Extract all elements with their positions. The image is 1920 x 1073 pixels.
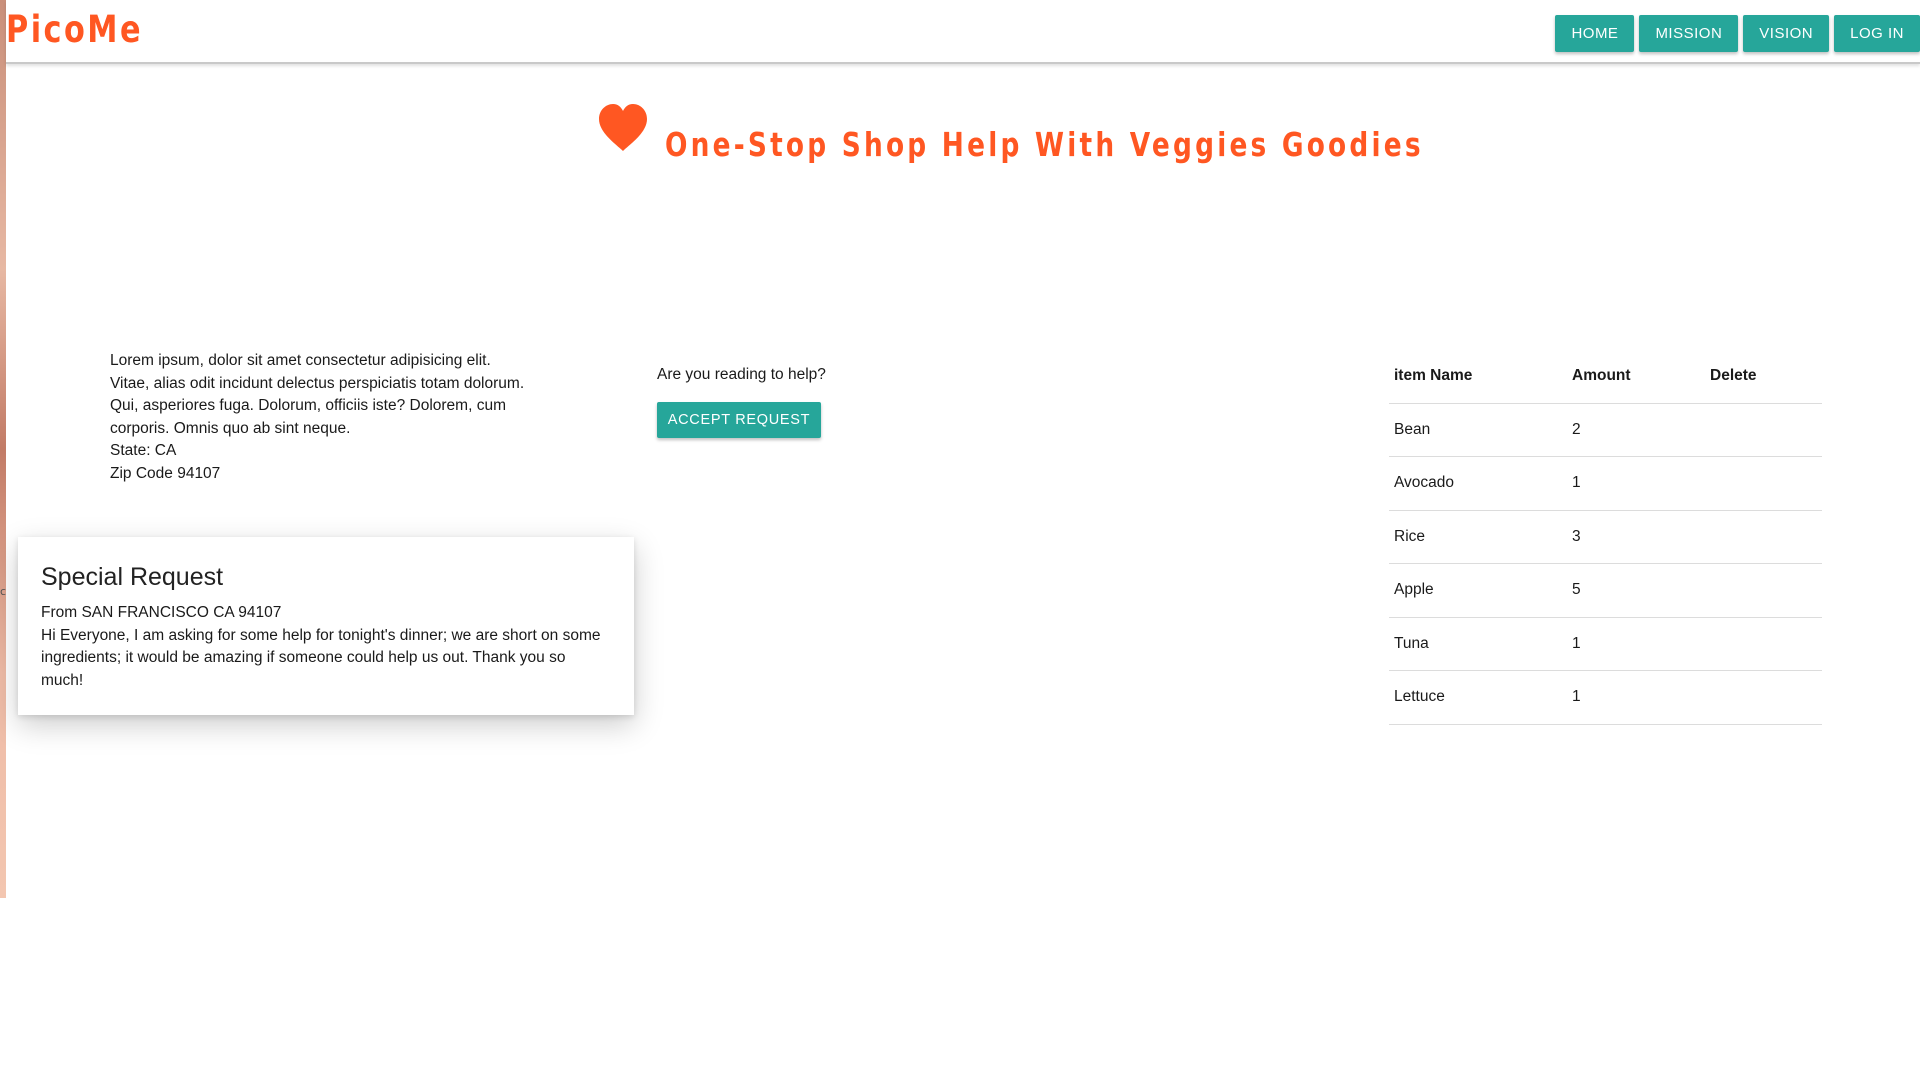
- nav-login-button[interactable]: LOG IN: [1834, 15, 1920, 52]
- item-name-cell: Avocado: [1389, 456, 1567, 511]
- zip-code-text: Zip Code 94107: [110, 464, 221, 482]
- table-row: Lettuce 1: [1389, 670, 1822, 725]
- app-bar: PicoMe HOME MISSION VISION LOG IN: [6, 0, 1920, 64]
- table-row: Apple 5: [1389, 563, 1822, 618]
- items-table: item Name Amount Delete Bean 2 Avocado 1…: [1389, 350, 1822, 725]
- edge-mark: c: [0, 585, 7, 598]
- nav-vision-button[interactable]: VISION: [1743, 15, 1830, 52]
- request-description: Lorem ipsum, dolor sit amet consectetur …: [110, 350, 570, 485]
- column-amount: Amount: [1567, 350, 1705, 404]
- special-request-message: Hi Everyone, I am asking for some help f…: [41, 626, 601, 689]
- column-delete: Delete: [1705, 350, 1822, 404]
- table-row: Tuna 1: [1389, 617, 1822, 671]
- item-amount-cell: 5: [1567, 563, 1705, 618]
- special-request-title: Special Request: [41, 563, 224, 591]
- item-delete-cell[interactable]: [1705, 670, 1822, 725]
- item-name-cell: Bean: [1389, 403, 1567, 457]
- column-item-name: item Name: [1389, 350, 1567, 404]
- special-request-from: From SAN FRANCISCO CA 94107: [41, 604, 282, 621]
- item-amount-cell: 1: [1567, 456, 1705, 511]
- nav-home-button[interactable]: HOME: [1555, 15, 1635, 52]
- table-row: Rice 3: [1389, 510, 1822, 564]
- description-line: corporis. Omnis quo ab sint neque.: [110, 419, 351, 437]
- item-name-cell: Lettuce: [1389, 670, 1567, 725]
- page-title: One-Stop Shop Help With Veggies Goodies: [665, 125, 1424, 164]
- nav-mission-button[interactable]: MISSION: [1639, 15, 1739, 52]
- item-amount-cell: 2: [1567, 403, 1705, 457]
- item-name-cell: Apple: [1389, 563, 1567, 618]
- item-delete-cell[interactable]: [1705, 617, 1822, 671]
- item-amount-cell: 3: [1567, 510, 1705, 564]
- help-section: Are you reading to help? ACCEPT REQUEST: [657, 366, 826, 438]
- item-delete-cell[interactable]: [1705, 456, 1822, 511]
- heart-icon: [599, 104, 647, 151]
- description-line: Vitae, alias odit incidunt delectus pers…: [110, 374, 525, 392]
- top-nav: HOME MISSION VISION LOG IN: [1555, 15, 1920, 52]
- table-row: Bean 2: [1389, 403, 1822, 457]
- description-line: Qui, asperiores fuga. Dolorum, officiis …: [110, 397, 506, 414]
- help-question: Are you reading to help?: [657, 366, 826, 383]
- table-header-row: item Name Amount Delete: [1389, 350, 1822, 404]
- item-name-cell: Tuna: [1389, 617, 1567, 671]
- brand-logo[interactable]: PicoMe: [6, 8, 143, 51]
- item-delete-cell[interactable]: [1705, 563, 1822, 618]
- background-image-edge: [0, 0, 6, 898]
- item-amount-cell: 1: [1567, 670, 1705, 725]
- item-delete-cell[interactable]: [1705, 510, 1822, 564]
- accept-request-button[interactable]: ACCEPT REQUEST: [657, 402, 821, 438]
- special-request-card: Special Request From SAN FRANCISCO CA 94…: [18, 537, 634, 715]
- table-row: Avocado 1: [1389, 456, 1822, 511]
- item-amount-cell: 1: [1567, 617, 1705, 671]
- state-text: State: CA: [110, 442, 177, 459]
- item-name-cell: Rice: [1389, 510, 1567, 564]
- item-delete-cell[interactable]: [1705, 403, 1822, 457]
- description-line: Lorem ipsum, dolor sit amet consectetur …: [110, 352, 491, 369]
